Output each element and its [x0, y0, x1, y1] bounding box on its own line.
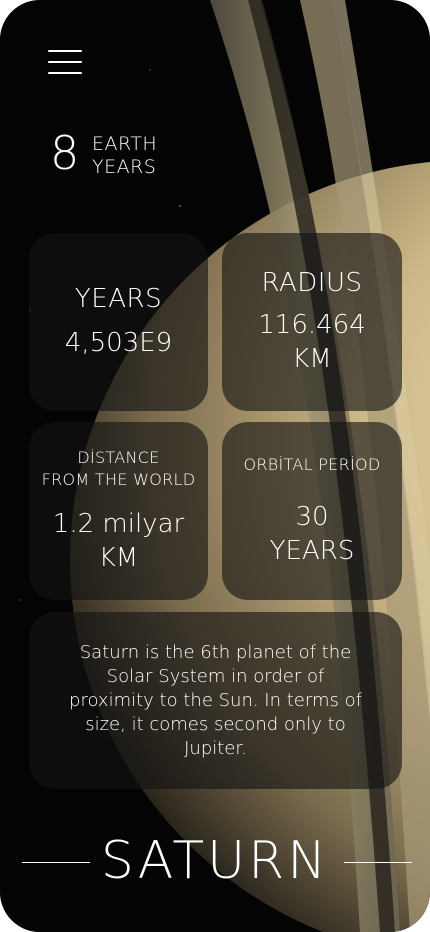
orbital-period-title: ORBİTAL PERİOD — [243, 455, 381, 474]
description-card: Saturn is the 6th planet of the Solar Sy… — [29, 612, 402, 789]
orbital-period-value: 30 — [295, 502, 329, 532]
radius-card-value: 116.464 — [258, 310, 366, 340]
planet-description: Saturn is the 6th planet of the Solar Sy… — [69, 641, 362, 759]
years-card: YEARS 4,503E9 — [29, 233, 208, 411]
orbital-period-unit: YEARS — [269, 536, 355, 566]
hamburger-menu-icon — [48, 50, 82, 52]
planet-name-footer: SATURN — [0, 830, 430, 892]
earth-years-label: EARTH YEARS — [92, 133, 158, 178]
menu-button[interactable] — [48, 50, 82, 74]
radius-card-unit: KM — [292, 344, 332, 374]
distance-card-unit: KM — [98, 543, 139, 573]
years-card-value: 4,503E9 — [64, 328, 173, 358]
radius-card-title: RADIUS — [261, 268, 363, 298]
distance-card-title: DİSTANCE — [77, 448, 160, 467]
app-screen: 8 EARTH YEARS YEARS 4,503E9 RADIUS 116.4… — [0, 0, 430, 932]
distance-card-subtitle: FROM THE WORLD — [41, 470, 196, 489]
right-divider — [344, 862, 412, 863]
earth-years-number: 8 — [50, 126, 80, 180]
distance-card: DİSTANCE FROM THE WORLD 1.2 milyar KM — [29, 422, 208, 600]
planet-name: SATURN — [100, 831, 330, 891]
orbital-period-card: ORBİTAL PERİOD 30 YEARS — [222, 422, 402, 600]
years-card-title: YEARS — [74, 284, 163, 314]
distance-card-value: 1.2 milyar — [52, 509, 185, 539]
radius-card: RADIUS 116.464 KM — [222, 233, 402, 411]
